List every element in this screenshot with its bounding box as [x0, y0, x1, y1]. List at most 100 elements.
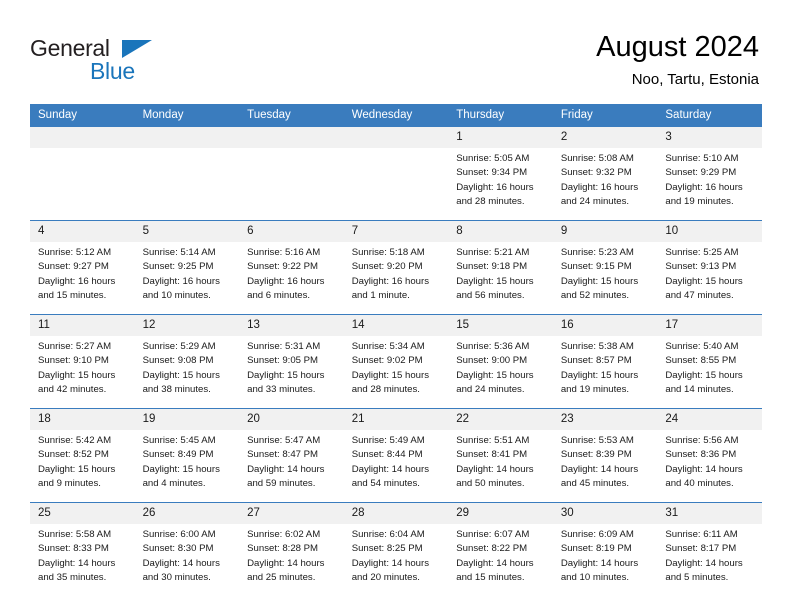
daylight-text-line2: and 15 minutes. — [456, 572, 525, 584]
day-number: 18 — [30, 409, 135, 430]
calendar-day-cell[interactable]: 15 Sunrise: 5:36 AM Sunset: 9:00 PM Dayligh… — [448, 314, 553, 409]
day-details: Sunrise: 5:56 AM Sunset: 8:36 PM Daylight:… — [657, 430, 762, 492]
sunset-text: Sunset: 9:08 PM — [142, 355, 214, 367]
sunrise-text: Sunrise: 6:11 AM — [665, 529, 738, 540]
daylight-text-line2: and 28 minutes. — [456, 196, 525, 208]
sunrise-text: Sunrise: 5:38 AM — [560, 341, 634, 352]
daylight-text-line2: and 59 minutes. — [247, 478, 316, 490]
calendar-day-cell[interactable]: 11 Sunrise: 5:27 AM Sunset: 9:10 PM Dayligh… — [30, 314, 135, 409]
calendar-day-cell[interactable]: 17 Sunrise: 5:40 AM Sunset: 8:55 PM Dayligh… — [657, 314, 762, 409]
day-number: 16 — [552, 315, 658, 336]
sunrise-text: Sunrise: 5:36 AM — [456, 341, 530, 352]
calendar-day-cell[interactable]: 21 Sunrise: 5:49 AM Sunset: 8:44 PM Dayligh… — [343, 408, 449, 503]
calendar-day-cell[interactable]: 13 Sunrise: 5:31 AM Sunset: 9:05 PM Dayligh… — [239, 314, 344, 409]
daylight-text-line1: Daylight: 14 hours — [351, 557, 430, 569]
calendar-week-row: 1 Sunrise: 5:05 AM Sunset: 9:34 PM Daylight… — [30, 126, 762, 221]
day-details: Sunrise: 5:14 AM Sunset: 9:25 PM Daylight:… — [135, 242, 240, 304]
calendar-day-cell[interactable]: 6 Sunrise: 5:16 AM Sunset: 9:22 PM Daylight… — [239, 220, 344, 315]
sunset-text: Sunset: 8:44 PM — [351, 449, 423, 461]
calendar-day-cell[interactable]: 8 Sunrise: 5:21 AM Sunset: 9:18 PM Daylight… — [448, 220, 553, 315]
calendar-day-cell[interactable]: 30 Sunrise: 6:09 AM Sunset: 8:19 PM Dayligh… — [552, 502, 658, 596]
day-details: Sunrise: 5:49 AM Sunset: 8:44 PM Daylight:… — [344, 430, 449, 492]
calendar-day-cell[interactable]: 10 Sunrise: 5:25 AM Sunset: 9:13 PM Dayligh… — [657, 220, 762, 315]
daylight-text-line1: Daylight: 14 hours — [351, 463, 430, 475]
daylight-text-line2: and 52 minutes. — [560, 290, 630, 302]
calendar-day-cell[interactable]: 20 Sunrise: 5:47 AM Sunset: 8:47 PM Dayligh… — [239, 408, 344, 503]
calendar-day-cell[interactable]: 18 Sunrise: 5:42 AM Sunset: 8:52 PM Dayligh… — [30, 408, 135, 503]
day-number: 25 — [30, 503, 135, 524]
sunset-text: Sunset: 9:00 PM — [456, 355, 528, 367]
calendar-body: 1 Sunrise: 5:05 AM Sunset: 9:34 PM Daylight… — [30, 126, 762, 596]
calendar-day-cell[interactable]: 29 Sunrise: 6:07 AM Sunset: 8:22 PM Dayligh… — [448, 502, 553, 596]
sunrise-text: Sunrise: 5:25 AM — [665, 247, 739, 258]
daylight-text-line2: and 30 minutes. — [142, 572, 211, 584]
day-details: Sunrise: 6:07 AM Sunset: 8:22 PM Daylight:… — [448, 524, 553, 586]
calendar-day-cell[interactable]: 2 Sunrise: 5:08 AM Sunset: 9:32 PM Daylight… — [552, 126, 658, 221]
calendar-day-cell[interactable]: 16 Sunrise: 5:38 AM Sunset: 8:57 PM Dayligh… — [552, 314, 658, 409]
calendar-table: Sunday Monday Tuesday Wednesday Thursday… — [30, 104, 762, 596]
general-blue-logo[interactable]: General Blue — [30, 36, 230, 84]
daylight-text-line2: and 5 minutes. — [665, 572, 729, 584]
sunrise-text: Sunrise: 5:10 AM — [665, 153, 739, 164]
weekday-header-saturday: Saturday — [657, 104, 762, 127]
sunset-text: Sunset: 8:19 PM — [560, 543, 632, 555]
calendar-day-cell[interactable]: 9 Sunrise: 5:23 AM Sunset: 9:15 PM Daylight… — [552, 220, 658, 315]
calendar-week-row: 18 Sunrise: 5:42 AM Sunset: 8:52 PM Dayligh… — [30, 408, 762, 503]
daylight-text-line2: and 47 minutes. — [665, 290, 734, 302]
daylight-text-line2: and 15 minutes. — [38, 290, 107, 302]
logo-triangle-icon — [122, 40, 152, 58]
sunset-text: Sunset: 8:52 PM — [38, 449, 109, 461]
calendar-day-cell[interactable]: 19 Sunrise: 5:45 AM Sunset: 8:49 PM Dayligh… — [134, 408, 240, 503]
daylight-text-line1: Daylight: 14 hours — [38, 557, 116, 569]
day-details: Sunrise: 5:27 AM Sunset: 9:10 PM Daylight:… — [30, 336, 135, 398]
daylight-text-line2: and 33 minutes. — [247, 384, 316, 396]
daylight-text-line2: and 42 minutes. — [38, 384, 107, 396]
daylight-text-line2: and 19 minutes. — [560, 384, 630, 396]
calendar-day-cell[interactable]: 14 Sunrise: 5:34 AM Sunset: 9:02 PM Dayligh… — [343, 314, 449, 409]
day-number: 9 — [552, 221, 658, 242]
title-block: August 2024 Noo, Tartu, Estonia — [596, 30, 759, 90]
daylight-text-line2: and 14 minutes. — [665, 384, 734, 396]
day-details: Sunrise: 5:53 AM Sunset: 8:39 PM Daylight:… — [553, 430, 658, 492]
daylight-text-line2: and 24 minutes. — [456, 384, 525, 396]
calendar-day-cell[interactable]: 3 Sunrise: 5:10 AM Sunset: 9:29 PM Daylight… — [657, 126, 762, 221]
sunrise-text: Sunrise: 5:31 AM — [247, 341, 321, 352]
sunset-text: Sunset: 8:22 PM — [456, 543, 528, 555]
sunset-text: Sunset: 8:41 PM — [456, 449, 528, 461]
calendar-day-cell[interactable]: 28 Sunrise: 6:04 AM Sunset: 8:25 PM Dayligh… — [343, 502, 449, 596]
calendar-day-cell[interactable]: 4 Sunrise: 5:12 AM Sunset: 9:27 PM Daylight… — [30, 220, 135, 315]
calendar-day-cell[interactable]: 31 Sunrise: 6:11 AM Sunset: 8:17 PM Dayligh… — [657, 502, 762, 596]
day-number: 22 — [448, 409, 553, 430]
day-details: Sunrise: 5:08 AM Sunset: 9:32 PM Daylight:… — [553, 148, 658, 210]
sunrise-text: Sunrise: 5:21 AM — [456, 247, 530, 258]
sunset-text: Sunset: 8:25 PM — [351, 543, 423, 555]
calendar-day-cell[interactable]: 24 Sunrise: 5:56 AM Sunset: 8:36 PM Dayligh… — [657, 408, 762, 503]
daylight-text-line1: Daylight: 15 hours — [38, 369, 116, 381]
day-number: 20 — [239, 409, 344, 430]
sunset-text: Sunset: 8:36 PM — [665, 449, 737, 461]
calendar-day-cell[interactable]: 7 Sunrise: 5:18 AM Sunset: 9:20 PM Daylight… — [343, 220, 449, 315]
calendar-day-cell[interactable]: 5 Sunrise: 5:14 AM Sunset: 9:25 PM Daylight… — [134, 220, 240, 315]
day-details: Sunrise: 5:42 AM Sunset: 8:52 PM Daylight:… — [30, 430, 135, 492]
day-number — [239, 127, 344, 148]
calendar-day-cell[interactable]: 25 Sunrise: 5:58 AM Sunset: 8:33 PM Dayligh… — [30, 502, 135, 596]
sunrise-text: Sunrise: 5:34 AM — [351, 341, 425, 352]
weekday-header-tuesday: Tuesday — [239, 104, 344, 127]
calendar-day-cell[interactable]: 1 Sunrise: 5:05 AM Sunset: 9:34 PM Daylight… — [448, 126, 553, 221]
daylight-text-line2: and 25 minutes. — [247, 572, 316, 584]
day-details: Sunrise: 5:40 AM Sunset: 8:55 PM Daylight:… — [657, 336, 762, 398]
calendar-day-cell[interactable]: 26 Sunrise: 6:00 AM Sunset: 8:30 PM Dayligh… — [134, 502, 240, 596]
daylight-text-line1: Daylight: 15 hours — [351, 369, 430, 381]
calendar-day-cell[interactable]: 22 Sunrise: 5:51 AM Sunset: 8:41 PM Dayligh… — [448, 408, 553, 503]
sunset-text: Sunset: 8:39 PM — [560, 449, 632, 461]
calendar-day-cell[interactable]: 12 Sunrise: 5:29 AM Sunset: 9:08 PM Dayligh… — [134, 314, 240, 409]
sunrise-text: Sunrise: 5:53 AM — [560, 435, 634, 446]
calendar-empty-cell — [30, 126, 135, 221]
day-details: Sunrise: 6:00 AM Sunset: 8:30 PM Daylight:… — [135, 524, 240, 586]
daylight-text-line1: Daylight: 16 hours — [665, 181, 743, 193]
sunrise-text: Sunrise: 5:58 AM — [38, 529, 112, 540]
calendar-day-cell[interactable]: 23 Sunrise: 5:53 AM Sunset: 8:39 PM Dayligh… — [552, 408, 658, 503]
day-details: Sunrise: 5:16 AM Sunset: 9:22 PM Daylight:… — [239, 242, 344, 304]
day-details: Sunrise: 5:21 AM Sunset: 9:18 PM Daylight:… — [448, 242, 553, 304]
calendar-day-cell[interactable]: 27 Sunrise: 6:02 AM Sunset: 8:28 PM Dayligh… — [239, 502, 344, 596]
